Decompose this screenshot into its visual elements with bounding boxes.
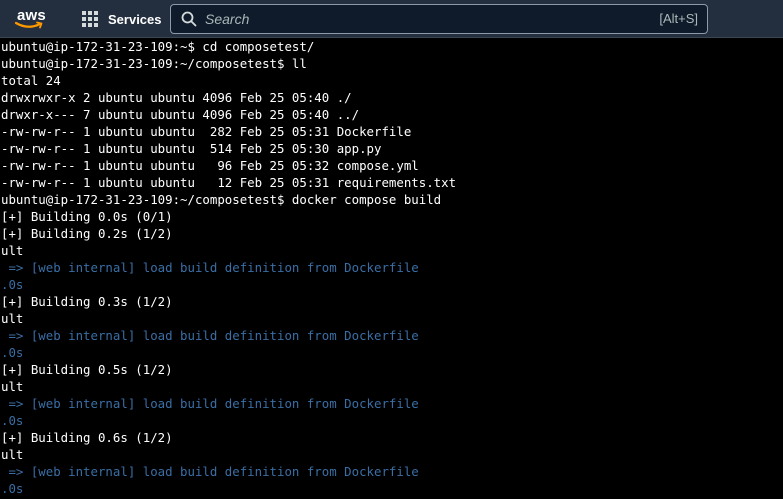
services-menu-button[interactable]: Services xyxy=(82,9,162,29)
terminal-line: .0s xyxy=(1,345,24,360)
terminal-line: -rw-rw-r-- 1 ubuntu ubuntu 96 Feb 25 05:… xyxy=(1,158,419,173)
terminal-line: => [web internal] load build definition … xyxy=(1,328,419,343)
terminal-line: -rw-rw-r-- 1 ubuntu ubuntu 514 Feb 25 05… xyxy=(1,141,382,156)
terminal-line: [+] Building 0.0s (0/1) xyxy=(1,209,173,224)
search-shortcut-hint: [Alt+S] xyxy=(659,11,698,26)
terminal-line: .0s xyxy=(1,413,24,428)
aws-smile-icon xyxy=(14,21,43,29)
terminal-line: => [web internal] load build definition … xyxy=(1,464,419,479)
terminal-line: => [web internal] load build definition … xyxy=(1,396,419,411)
terminal-line: ult xyxy=(1,243,24,258)
terminal-line: ult xyxy=(1,447,24,462)
services-label: Services xyxy=(108,11,162,27)
terminal-line: [+] Building 0.3s (1/2) xyxy=(1,294,173,309)
terminal-line: ult xyxy=(1,379,24,394)
aws-logo[interactable]: aws xyxy=(14,6,54,32)
terminal-line: [+] Building 0.2s (1/2) xyxy=(1,226,173,241)
terminal-line: ubuntu@ip-172-31-23-109:~/composetest$ l… xyxy=(1,56,307,71)
terminal-line: -rw-rw-r-- 1 ubuntu ubuntu 12 Feb 25 05:… xyxy=(1,175,457,190)
terminal-line: ubuntu@ip-172-31-23-109:~$ cd composetes… xyxy=(1,39,315,54)
terminal-line: [+] Building 0.5s (1/2) xyxy=(1,362,173,377)
search-input[interactable] xyxy=(205,9,605,29)
terminal-line: drwxrwxr-x 2 ubuntu ubuntu 4096 Feb 25 0… xyxy=(1,90,352,105)
terminal-output[interactable]: ubuntu@ip-172-31-23-109:~$ cd composetes… xyxy=(0,38,783,499)
aws-console-header: aws Services [Alt+S] xyxy=(0,0,783,38)
terminal-line: ubuntu@ip-172-31-23-109:~/composetest$ d… xyxy=(1,192,442,207)
grid-menu-icon xyxy=(82,10,99,28)
terminal-line: .0s xyxy=(1,277,24,292)
terminal-line: ult xyxy=(1,311,24,326)
terminal-line: total 24 xyxy=(1,73,61,88)
terminal-line: [+] Building 0.6s (1/2) xyxy=(1,430,173,445)
terminal-line: -rw-rw-r-- 1 ubuntu ubuntu 282 Feb 25 05… xyxy=(1,124,412,139)
terminal-line: => [web internal] load build definition … xyxy=(1,260,419,275)
search-bar[interactable]: [Alt+S] xyxy=(170,4,708,34)
terminal-line: .0s xyxy=(1,481,24,496)
search-icon xyxy=(181,11,197,27)
terminal-line: drwxr-x--- 7 ubuntu ubuntu 4096 Feb 25 0… xyxy=(1,107,360,122)
